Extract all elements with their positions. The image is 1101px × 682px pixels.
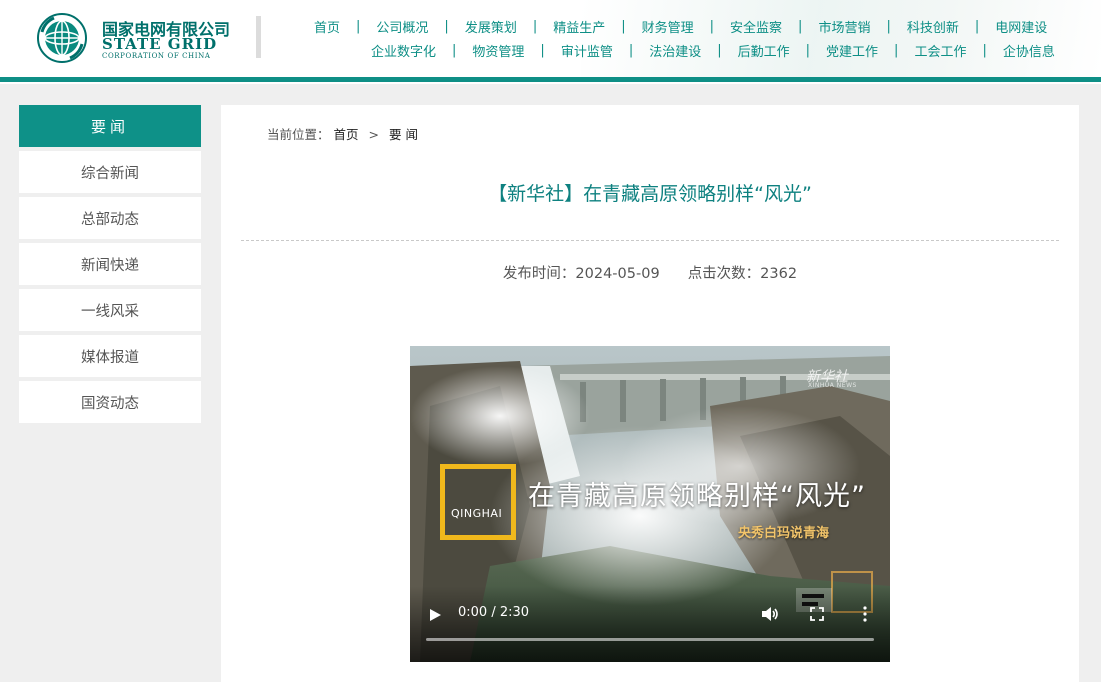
- nav-item-lean-production[interactable]: 精益生产: [537, 17, 621, 36]
- logo-name-en: STATE GRID: [102, 35, 218, 53]
- article-panel: 当前位置： 首页 > 要 闻 【新华社】在青藏高原领略别样“风光” 发布时间：2…: [221, 105, 1079, 682]
- volume-icon[interactable]: [761, 606, 779, 622]
- sidebar-item-hq-updates[interactable]: 总部动态: [19, 197, 201, 239]
- site-header: 国家电网有限公司 STATE GRID CORPORATION OF CHINA…: [0, 0, 1101, 84]
- header-decoration: [581, 0, 1101, 78]
- qinghai-badge: QINGHAI: [440, 464, 516, 540]
- sidebar-item-media-reports[interactable]: 媒体报道: [19, 335, 201, 377]
- sidebar-title[interactable]: 要闻: [19, 105, 201, 147]
- nav-item-audit[interactable]: 审计监管: [545, 41, 629, 60]
- breadcrumb-label: 当前位置：: [267, 127, 330, 142]
- nav-item-materials[interactable]: 物资管理: [456, 41, 540, 60]
- fullscreen-icon[interactable]: [810, 607, 824, 621]
- nav-item-marketing[interactable]: 市场营销: [802, 17, 886, 36]
- article-title: 【新华社】在青藏高原领略别样“风光”: [488, 183, 812, 205]
- header-bottom-rule: [0, 77, 1101, 82]
- breadcrumb-separator: >: [368, 127, 379, 142]
- video-player[interactable]: 新华社 XINHUA NEWS QINGHAI 在青藏高原领略别样“风光” 央秀…: [410, 346, 890, 662]
- breadcrumb-home-link[interactable]: 首页: [334, 127, 359, 142]
- main-nav-row-2: 企业数字化 | 物资管理 | 审计监管 | 法治建设 | 后勤工作 | 党建工作…: [355, 41, 1101, 60]
- nav-item-finance[interactable]: 财务管理: [626, 17, 710, 36]
- sidebar-item-sasac-updates[interactable]: 国资动态: [19, 381, 201, 423]
- nav-item-grid-construction[interactable]: 电网建设: [979, 17, 1063, 36]
- video-headline: 在青藏高原领略别样“风光”: [528, 481, 866, 512]
- nav-item-digitalization[interactable]: 企业数字化: [355, 41, 452, 60]
- nav-item-development-planning[interactable]: 发展策划: [449, 17, 533, 36]
- breadcrumb: 当前位置： 首页 > 要 闻: [267, 124, 418, 143]
- sidebar-item-general-news[interactable]: 综合新闻: [19, 151, 201, 193]
- nav-item-enterprise-association[interactable]: 企协信息: [987, 41, 1071, 60]
- logo-name-en-sub: CORPORATION OF CHINA: [102, 52, 211, 60]
- nav-item-safety[interactable]: 安全监察: [714, 17, 798, 36]
- breadcrumb-current[interactable]: 要 闻: [389, 127, 418, 142]
- nav-item-company-overview[interactable]: 公司概况: [360, 17, 444, 36]
- sidebar-item-news-express[interactable]: 新闻快递: [19, 243, 201, 285]
- more-vertical-icon[interactable]: [862, 606, 868, 622]
- nav-item-party-building[interactable]: 党建工作: [810, 41, 894, 60]
- view-count: 点击次数：2362: [687, 266, 798, 282]
- article-meta: 发布时间：2024-05-09 点击次数：2362: [221, 262, 1079, 283]
- publish-date: 发布时间：2024-05-09: [502, 266, 660, 282]
- sidebar-item-frontline[interactable]: 一线风采: [19, 289, 201, 331]
- video-time: 0:00 / 2:30: [458, 605, 530, 620]
- nav-item-legal[interactable]: 法治建设: [633, 41, 717, 60]
- nav-item-logistics[interactable]: 后勤工作: [722, 41, 806, 60]
- sidebar: 要闻 综合新闻 总部动态 新闻快递 一线风采 媒体报道 国资动态: [19, 105, 201, 423]
- nav-item-home[interactable]: 首页: [298, 17, 356, 36]
- logo-divider: [256, 16, 261, 58]
- video-controls-overlay: [410, 586, 890, 662]
- nav-item-union[interactable]: 工会工作: [898, 41, 982, 60]
- qinghai-badge-text: QINGHAI: [451, 507, 503, 520]
- state-grid-globe-icon: [37, 13, 87, 63]
- play-icon[interactable]: [428, 608, 442, 622]
- video-subline: 央秀白玛说青海: [738, 526, 830, 541]
- main-nav-row-1: 首页 | 公司概况 | 发展策划 | 精益生产 | 财务管理 | 安全监察 | …: [298, 17, 1101, 36]
- nav-item-innovation[interactable]: 科技创新: [891, 17, 975, 36]
- video-watermark-sub: XINHUA NEWS: [808, 382, 857, 389]
- site-logo[interactable]: 国家电网有限公司 STATE GRID CORPORATION OF CHINA: [36, 12, 262, 64]
- title-divider: [241, 240, 1059, 241]
- video-progress-bar[interactable]: [426, 638, 874, 641]
